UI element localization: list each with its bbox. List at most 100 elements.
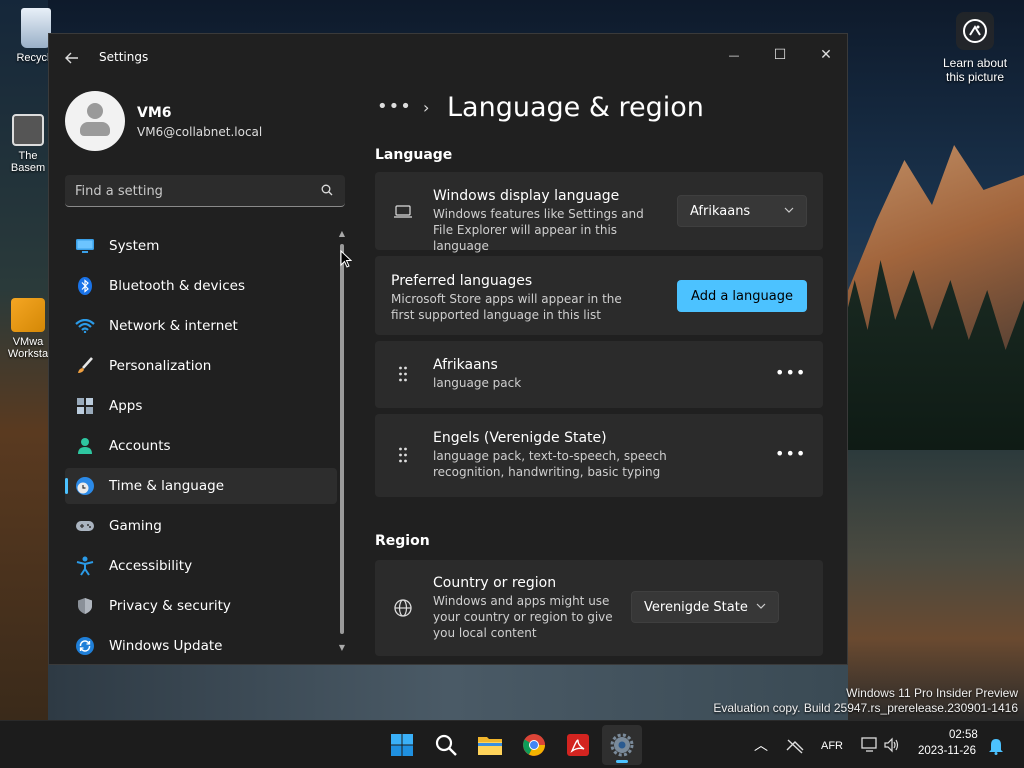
search-icon[interactable] [321, 184, 333, 196]
more-options-button[interactable]: ••• [775, 444, 805, 464]
drag-handle-icon[interactable] [393, 445, 413, 465]
bluetooth-icon [75, 276, 95, 296]
chevron-right-icon: › [423, 98, 430, 117]
back-button[interactable] [61, 48, 83, 68]
update-icon [75, 636, 95, 656]
language-name: Engels (Verenigde State) [433, 430, 607, 446]
card-title: Windows display language [433, 188, 620, 204]
minimize-button[interactable]: — [711, 40, 757, 70]
shield-icon [75, 596, 95, 616]
sidebar-item-bluetooth[interactable]: Bluetooth & devices [65, 268, 337, 304]
sidebar-item-accessibility[interactable]: Accessibility [65, 548, 337, 584]
network-disconnected-icon[interactable] [786, 738, 804, 754]
sidebar-item-windows-update[interactable]: Windows Update [65, 628, 337, 664]
video-file-icon [12, 114, 44, 146]
card-subtitle: Windows features like Settings and File … [433, 207, 644, 253]
monitor-icon[interactable] [861, 737, 879, 753]
maximize-button[interactable]: ☐ [757, 40, 803, 70]
maximize-icon: ☐ [773, 47, 787, 63]
sidebar-item-label: Gaming [109, 518, 162, 534]
sidebar-item-label: Privacy & security [109, 598, 231, 614]
wallpaper-water [840, 450, 1024, 720]
sidebar-item-network[interactable]: Network & internet [65, 308, 337, 344]
gamepad-icon [75, 516, 95, 536]
notification-bell-icon[interactable] [988, 737, 1004, 755]
language-features: language pack, text-to-speech, speech re… [433, 449, 667, 479]
globe-icon [393, 598, 413, 618]
sidebar-item-label: Windows Update [109, 638, 223, 654]
file-explorer-button[interactable] [470, 725, 510, 765]
display-language-dropdown[interactable]: Afrikaans [677, 195, 807, 227]
language-list-item[interactable]: Afrikaans language pack ••• [375, 341, 823, 408]
tray-chevron-up-icon[interactable]: ︿ [754, 735, 768, 755]
sidebar-item-personalization[interactable]: Personalization [65, 348, 337, 384]
scroll-thumb[interactable] [340, 244, 344, 634]
close-icon: ✕ [820, 47, 832, 63]
desktop-icon-label: The Basem [10, 150, 46, 174]
add-language-button[interactable]: Add a language [677, 280, 807, 312]
watermark-line2: Evaluation copy. Build 25947.rs_prerelea… [713, 701, 1018, 715]
build-watermark: Windows 11 Pro Insider Preview Evaluatio… [713, 686, 1018, 716]
accessibility-icon [75, 556, 95, 576]
mouse-cursor-icon [340, 250, 352, 268]
profile-email: VM6@collabnet.local [137, 125, 263, 139]
sidebar-nav: System Bluetooth & devices Network & int… [65, 228, 337, 664]
sidebar-item-time-language[interactable]: Time & language [65, 468, 337, 504]
volume-icon[interactable] [884, 737, 900, 753]
more-icon: ••• [775, 363, 807, 382]
breadcrumb-more-button[interactable]: ••• [377, 96, 412, 117]
wifi-icon [75, 316, 95, 336]
search-icon [435, 734, 457, 756]
sidebar-item-privacy[interactable]: Privacy & security [65, 588, 337, 624]
sidebar-item-label: Bluetooth & devices [109, 278, 246, 294]
camera-info-icon [956, 12, 994, 50]
chrome-icon [523, 734, 545, 756]
avatar[interactable] [65, 91, 125, 151]
search-box[interactable] [65, 175, 345, 207]
input-language-indicator[interactable]: AFR [821, 740, 843, 752]
learn-about-picture[interactable]: Learn about this picture [938, 12, 1012, 84]
country-dropdown[interactable]: Verenigde State [631, 591, 779, 623]
drag-handle-icon[interactable] [393, 364, 413, 384]
preferred-languages-card: Preferred languages Microsoft Store apps… [375, 256, 823, 335]
close-button[interactable]: ✕ [803, 40, 847, 70]
sidebar-item-label: Time & language [109, 478, 225, 494]
desktop-icon-vmware[interactable]: VMwa Worksta [2, 298, 54, 360]
brush-icon [75, 356, 95, 376]
search-input[interactable] [75, 181, 305, 201]
avatar-head [87, 103, 103, 119]
more-options-button[interactable]: ••• [775, 363, 805, 383]
sidebar-item-gaming[interactable]: Gaming [65, 508, 337, 544]
scroll-up-icon[interactable]: ▲ [338, 230, 346, 238]
desktop-icon-the-basement[interactable]: The Basem [2, 114, 54, 174]
sidebar-item-label: Personalization [109, 358, 212, 374]
settings-taskbar-button[interactable] [602, 725, 642, 765]
arrow-left-icon [65, 52, 78, 64]
chrome-button[interactable] [514, 725, 554, 765]
search-button[interactable] [426, 725, 466, 765]
clock-time[interactable]: 02:58 [949, 729, 978, 741]
scroll-down-icon[interactable]: ▼ [338, 644, 346, 652]
sidebar-item-apps[interactable]: Apps [65, 388, 337, 424]
apps-icon [75, 396, 95, 416]
pdf-icon [567, 734, 589, 756]
language-list-item[interactable]: Engels (Verenigde State) language pack, … [375, 414, 823, 497]
acrobat-button[interactable] [558, 725, 598, 765]
sidebar-item-label: Accounts [109, 438, 171, 454]
sidebar-item-accounts[interactable]: Accounts [65, 428, 337, 464]
recycle-bin-icon [21, 8, 51, 48]
chevron-down-icon [756, 603, 766, 609]
page-title: Language & region [447, 92, 704, 123]
sidebar-item-system[interactable]: System [65, 228, 337, 264]
dropdown-value: Afrikaans [690, 203, 751, 219]
vmware-icon [11, 298, 45, 332]
display-language-card: Windows display language Windows feature… [375, 172, 823, 253]
wallpaper-left [0, 0, 48, 720]
clock-date[interactable]: 2023-11-26 [918, 745, 976, 757]
sidebar-item-label: System [109, 238, 160, 254]
dropdown-value: Verenigde State [644, 599, 748, 615]
avatar-body [80, 122, 110, 136]
start-button[interactable] [382, 725, 422, 765]
sidebar-scrollbar[interactable]: ▲ ▼ [337, 230, 347, 654]
title-bar: Settings — ☐ ✕ [49, 34, 847, 82]
